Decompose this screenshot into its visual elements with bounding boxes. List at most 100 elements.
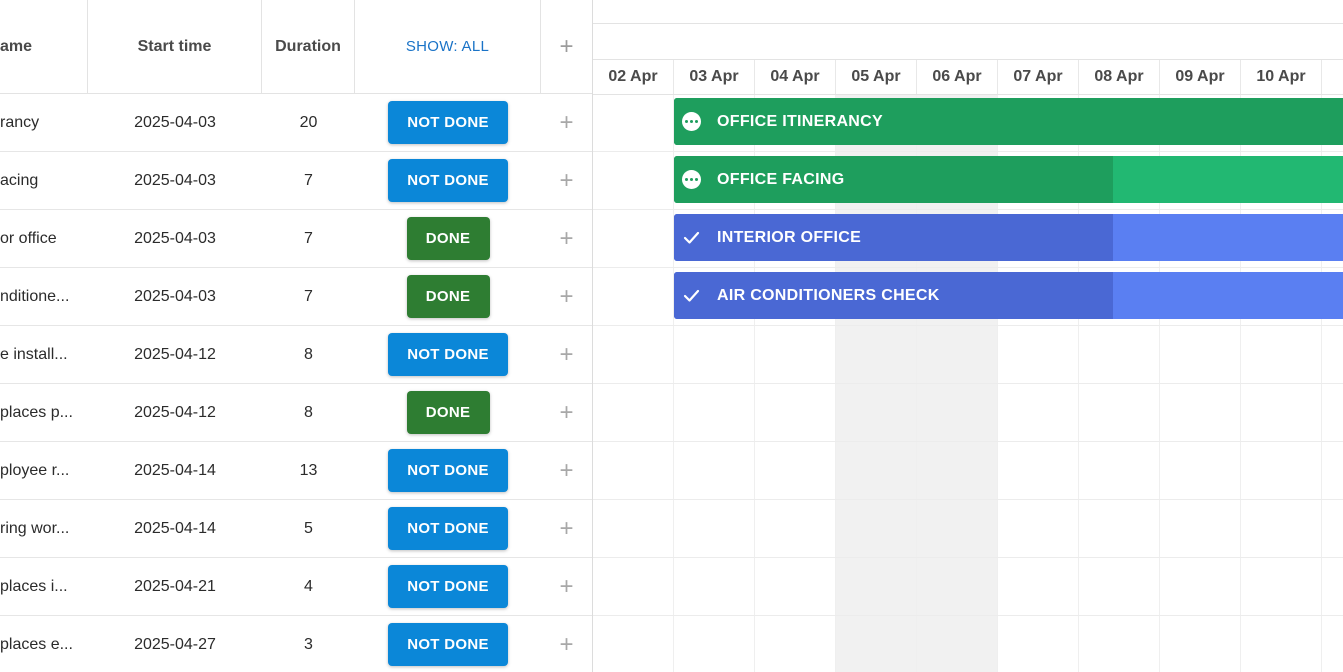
task-status-cell: NOT DONE — [355, 500, 541, 557]
task-name[interactable]: e install... — [0, 326, 88, 383]
row-line — [593, 499, 1343, 500]
task-status-cell: DONE — [355, 210, 541, 267]
task-start-time[interactable]: 2025-04-27 — [88, 616, 262, 672]
task-duration[interactable]: 7 — [262, 152, 355, 209]
timeline-date-label: 04 Apr — [755, 60, 836, 94]
task-start-time[interactable]: 2025-04-21 — [88, 558, 262, 615]
row-line — [593, 325, 1343, 326]
task-duration[interactable]: 4 — [262, 558, 355, 615]
more-dots-icon[interactable] — [682, 170, 701, 189]
done-status-button[interactable]: DONE — [406, 275, 490, 318]
gantt-task-bar[interactable]: AIR CONDITIONERS CHECK — [674, 272, 1343, 319]
timeline-scale-top — [593, 0, 1343, 24]
not-done-status-button[interactable]: NOT DONE — [388, 159, 508, 202]
task-row[interactable]: acing 2025-04-03 7 NOT DONE + — [0, 152, 592, 210]
task-row[interactable]: ployee r... 2025-04-14 13 NOT DONE + — [0, 442, 592, 500]
add-subtask-button[interactable]: + — [541, 210, 592, 267]
not-done-status-button[interactable]: NOT DONE — [388, 333, 508, 376]
column-header-start-time[interactable]: Start time — [88, 0, 262, 93]
task-grid: ame Start time Duration SHOW: ALL + ranc… — [0, 0, 592, 672]
add-subtask-button[interactable]: + — [541, 558, 592, 615]
task-start-time[interactable]: 2025-04-03 — [88, 210, 262, 267]
task-duration[interactable]: 13 — [262, 442, 355, 499]
add-subtask-button[interactable]: + — [541, 384, 592, 441]
bar-label: OFFICE ITINERANCY — [717, 112, 883, 130]
add-task-header-button[interactable]: + — [541, 0, 592, 93]
task-row[interactable]: rancy 2025-04-03 20 NOT DONE + — [0, 94, 592, 152]
timeline-date-label: 05 Apr — [836, 60, 917, 94]
task-duration[interactable]: 5 — [262, 500, 355, 557]
not-done-status-button[interactable]: NOT DONE — [388, 565, 508, 608]
task-row[interactable]: nditione... 2025-04-03 7 DONE + — [0, 268, 592, 326]
task-status-cell: NOT DONE — [355, 558, 541, 615]
timeline-date-label: 08 Apr — [1079, 60, 1160, 94]
task-status-cell: DONE — [355, 384, 541, 441]
row-line — [593, 615, 1343, 616]
task-duration[interactable]: 7 — [262, 210, 355, 267]
row-line — [593, 267, 1343, 268]
task-start-time[interactable]: 2025-04-03 — [88, 268, 262, 325]
task-row[interactable]: places p... 2025-04-12 8 DONE + — [0, 384, 592, 442]
task-row[interactable]: ring wor... 2025-04-14 5 NOT DONE + — [0, 500, 592, 558]
task-name[interactable]: places p... — [0, 384, 88, 441]
not-done-status-button[interactable]: NOT DONE — [388, 623, 508, 666]
add-subtask-button[interactable]: + — [541, 152, 592, 209]
done-status-button[interactable]: DONE — [406, 217, 490, 260]
add-subtask-button[interactable]: + — [541, 268, 592, 325]
row-line — [593, 383, 1343, 384]
gantt-task-bar[interactable]: INTERIOR OFFICE — [674, 214, 1343, 261]
check-icon — [683, 231, 700, 244]
task-start-time[interactable]: 2025-04-12 — [88, 326, 262, 383]
task-name[interactable]: acing — [0, 152, 88, 209]
timeline-date-label: 06 Apr — [917, 60, 998, 94]
task-start-time[interactable]: 2025-04-03 — [88, 94, 262, 151]
row-line — [593, 209, 1343, 210]
add-subtask-button[interactable]: + — [541, 94, 592, 151]
task-status-cell: DONE — [355, 268, 541, 325]
done-status-button[interactable]: DONE — [406, 391, 490, 434]
task-start-time[interactable]: 2025-04-14 — [88, 500, 262, 557]
not-done-status-button[interactable]: NOT DONE — [388, 507, 508, 550]
task-duration[interactable]: 7 — [262, 268, 355, 325]
timeline-date-scale: 02 Apr 03 Apr 04 Apr 05 Apr 06 Apr 07 Apr 08 A… — [593, 59, 1343, 95]
check-icon — [683, 289, 700, 302]
task-start-time[interactable]: 2025-04-03 — [88, 152, 262, 209]
not-done-status-button[interactable]: NOT DONE — [388, 101, 508, 144]
task-status-cell: NOT DONE — [355, 152, 541, 209]
task-row[interactable]: e install... 2025-04-12 8 NOT DONE + — [0, 326, 592, 384]
task-name[interactable]: rancy — [0, 94, 88, 151]
timeline-date-label: 1 — [1322, 60, 1343, 94]
task-row[interactable]: places e... 2025-04-27 3 NOT DONE + — [0, 616, 592, 672]
not-done-status-button[interactable]: NOT DONE — [388, 449, 508, 492]
add-subtask-button[interactable]: + — [541, 500, 592, 557]
gantt-task-bar[interactable]: OFFICE ITINERANCY — [674, 98, 1343, 145]
gantt-task-bar[interactable]: OFFICE FACING — [674, 156, 1343, 203]
add-subtask-button[interactable]: + — [541, 616, 592, 672]
task-start-time[interactable]: 2025-04-12 — [88, 384, 262, 441]
show-filter-button[interactable]: SHOW: ALL — [355, 0, 541, 93]
task-name[interactable]: nditione... — [0, 268, 88, 325]
column-header-name[interactable]: ame — [0, 0, 88, 93]
task-name[interactable]: places e... — [0, 616, 88, 672]
task-row[interactable]: places i... 2025-04-21 4 NOT DONE + — [0, 558, 592, 616]
add-subtask-button[interactable]: + — [541, 442, 592, 499]
column-header-duration[interactable]: Duration — [262, 0, 355, 93]
task-status-cell: NOT DONE — [355, 442, 541, 499]
more-dots-icon[interactable] — [682, 112, 701, 131]
timeline-date-label: 03 Apr — [674, 60, 755, 94]
task-row[interactable]: or office 2025-04-03 7 DONE + — [0, 210, 592, 268]
gantt-timeline: 02 Apr 03 Apr 04 Apr 05 Apr 06 Apr 07 Apr 08 A… — [593, 0, 1343, 672]
task-start-time[interactable]: 2025-04-14 — [88, 442, 262, 499]
bar-label: INTERIOR OFFICE — [717, 228, 862, 246]
task-name[interactable]: places i... — [0, 558, 88, 615]
task-name[interactable]: ring wor... — [0, 500, 88, 557]
task-duration[interactable]: 8 — [262, 326, 355, 383]
task-duration[interactable]: 3 — [262, 616, 355, 672]
task-status-cell: NOT DONE — [355, 616, 541, 672]
task-name[interactable]: or office — [0, 210, 88, 267]
task-duration[interactable]: 20 — [262, 94, 355, 151]
task-name[interactable]: ployee r... — [0, 442, 88, 499]
add-subtask-button[interactable]: + — [541, 326, 592, 383]
task-duration[interactable]: 8 — [262, 384, 355, 441]
timeline-date-label: 02 Apr — [593, 60, 674, 94]
